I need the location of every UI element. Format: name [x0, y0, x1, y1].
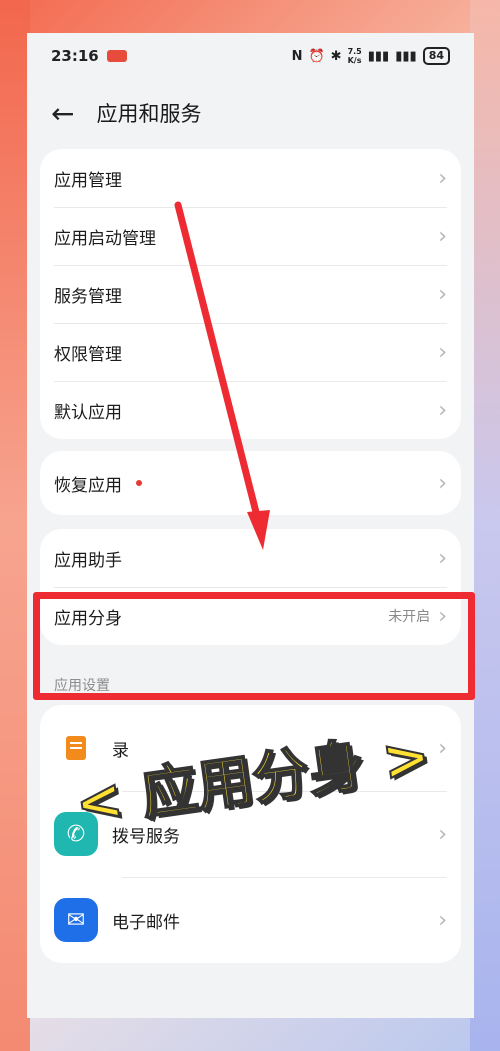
- annotation-arrow: [174, 201, 270, 550]
- highlight-box: [33, 592, 475, 700]
